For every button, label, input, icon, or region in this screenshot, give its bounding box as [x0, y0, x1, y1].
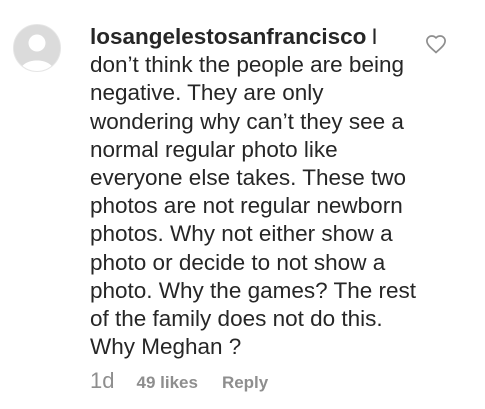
likes-count-button[interactable]: 49 likes	[136, 373, 197, 393]
comment-timestamp: 1d	[90, 368, 115, 393]
comment-body: losangelestosanfrancisco I don’t think th…	[90, 23, 420, 361]
comment: losangelestosanfrancisco I don’t think th…	[0, 0, 485, 409]
comment-meta: 1d 49 likes Reply	[90, 368, 268, 398]
reply-button[interactable]: Reply	[222, 373, 268, 393]
comment-text: I don’t think the people are being negat…	[90, 24, 417, 360]
default-avatar-icon[interactable]	[13, 24, 61, 72]
heart-outline-icon[interactable]	[425, 34, 447, 54]
comment-username[interactable]: losangelestosanfrancisco	[90, 24, 366, 49]
